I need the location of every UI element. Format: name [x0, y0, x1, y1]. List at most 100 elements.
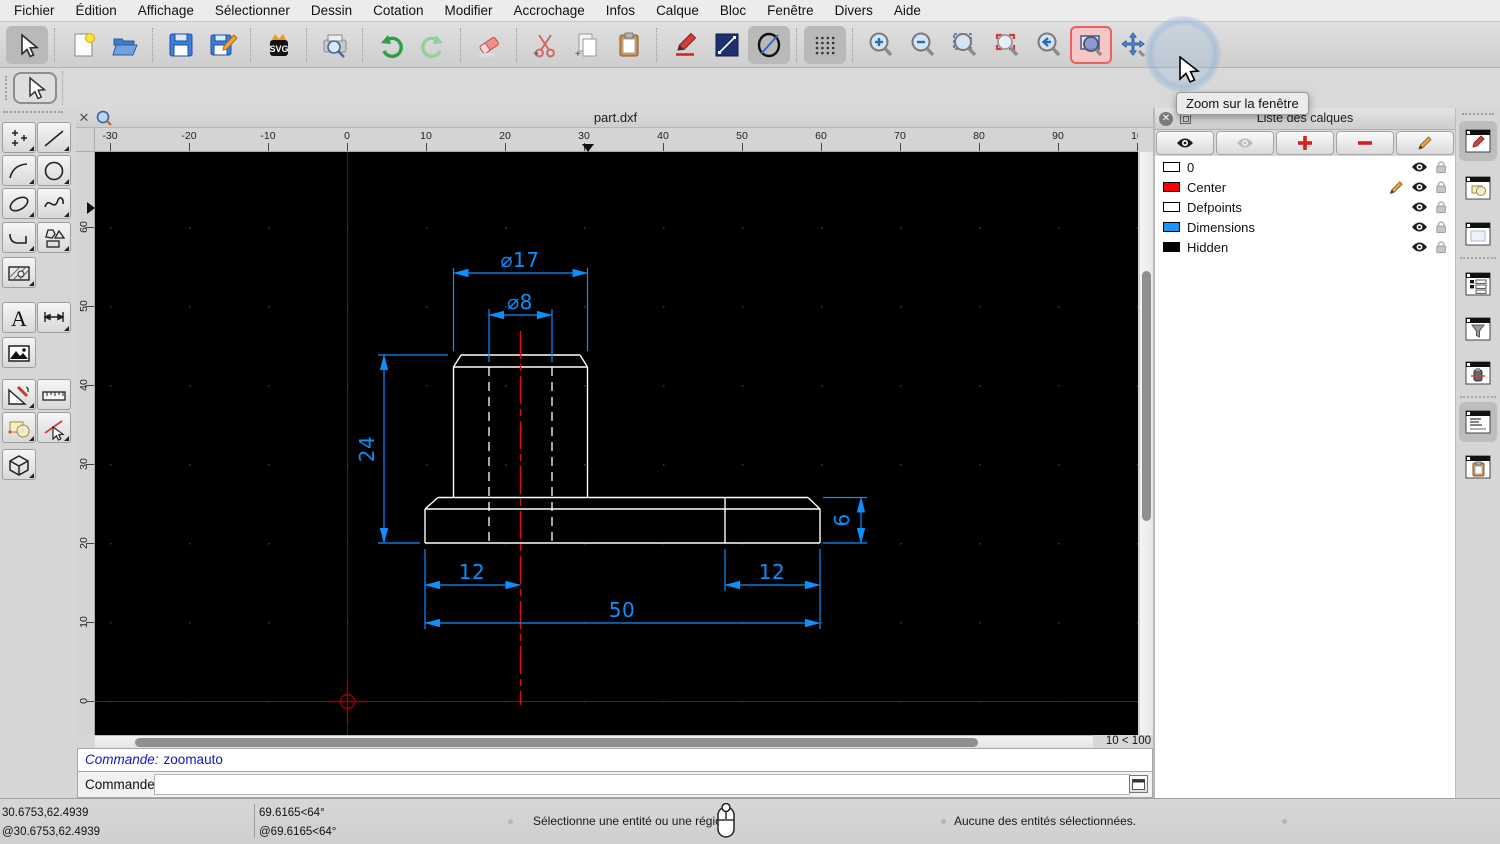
zoom-in-button[interactable]	[860, 26, 902, 64]
layer-visible-icon[interactable]	[1411, 201, 1428, 213]
drawing-canvas[interactable]: ⌀17 ⌀8 24 6 12 12 50	[95, 152, 1138, 735]
new-document-button[interactable]	[62, 26, 104, 64]
menu-item-bloc[interactable]: Bloc	[720, 3, 746, 18]
selection-mode-button[interactable]	[13, 72, 57, 104]
print-preview-button[interactable]	[314, 26, 356, 64]
tool-text-button[interactable]: A	[2, 302, 36, 333]
layer-row-dimensions[interactable]: Dimensions	[1155, 217, 1455, 237]
menu-item-fichier[interactable]: Fichier	[14, 3, 55, 18]
layer-visible-icon[interactable]	[1411, 161, 1428, 173]
tool-ellipse-button[interactable]	[2, 188, 36, 219]
layer-row-0[interactable]: 0	[1155, 157, 1455, 177]
layer-color-swatch[interactable]	[1163, 162, 1180, 172]
edit-layer-button[interactable]	[1396, 131, 1454, 155]
layer-lock-icon[interactable]	[1435, 240, 1447, 254]
layer-color-swatch[interactable]	[1163, 242, 1180, 252]
dock-button-clipboard[interactable]	[1459, 447, 1497, 487]
command-options-button[interactable]	[1129, 775, 1148, 793]
copy-button[interactable]: +	[566, 26, 608, 64]
layer-visible-icon[interactable]	[1411, 221, 1428, 233]
menu-item-aide[interactable]: Aide	[894, 3, 921, 18]
menu-item-edition[interactable]: Édition	[76, 3, 117, 18]
menu-item-dessin[interactable]: Dessin	[311, 3, 352, 18]
layer-lock-icon[interactable]	[1435, 180, 1447, 194]
tool-points-button[interactable]	[2, 122, 36, 153]
tool-circle-button[interactable]	[37, 155, 71, 186]
menu-item-cotation[interactable]: Cotation	[373, 3, 423, 18]
menu-item-calque[interactable]: Calque	[656, 3, 699, 18]
add-layer-button[interactable]	[1276, 131, 1334, 155]
menu-item-divers[interactable]: Divers	[835, 3, 873, 18]
dock-button-pen-palette[interactable]	[1459, 353, 1497, 393]
layer-color-swatch[interactable]	[1163, 222, 1180, 232]
tool-solid-3d-button[interactable]	[2, 449, 36, 480]
dock-button-command-line[interactable]	[1459, 402, 1497, 442]
tool-image-button[interactable]	[2, 337, 36, 368]
dock-button-block-list[interactable]	[1459, 168, 1497, 208]
tool-polyline-button[interactable]	[2, 222, 36, 253]
layer-visible-icon[interactable]	[1411, 181, 1428, 193]
tool-measure-button[interactable]	[37, 379, 71, 410]
zoom-auto-button[interactable]	[944, 26, 986, 64]
dock-button-filter[interactable]	[1459, 309, 1497, 349]
command-input[interactable]	[154, 774, 1130, 795]
tool-spline-button[interactable]	[37, 188, 71, 219]
tool-dimension-button[interactable]	[37, 302, 71, 333]
dock-button-layer-list[interactable]	[1459, 121, 1497, 161]
undo-button[interactable]	[370, 26, 412, 64]
menu-item-infos[interactable]: Infos	[606, 3, 635, 18]
dock-button-entity-list[interactable]	[1459, 264, 1497, 304]
menu-item-fenetre[interactable]: Fenêtre	[767, 3, 814, 18]
menu-item-modifier[interactable]: Modifier	[444, 3, 492, 18]
remove-layer-button[interactable]	[1336, 131, 1394, 155]
layer-row-center[interactable]: Center	[1155, 177, 1455, 197]
layer-row-defpoints[interactable]: Defpoints	[1155, 197, 1455, 217]
view-previous-button[interactable]	[1028, 26, 1070, 64]
hide-all-layers-button[interactable]	[1216, 131, 1274, 155]
show-all-layers-button[interactable]	[1156, 131, 1214, 155]
grid-toggle-button[interactable]	[804, 25, 846, 64]
zoom-previous-button[interactable]	[986, 26, 1028, 64]
redo-button[interactable]	[412, 26, 454, 64]
zoom-out-button[interactable]	[902, 26, 944, 64]
delete-button[interactable]	[468, 26, 510, 64]
vertical-scrollbar[interactable]	[1139, 152, 1153, 735]
edit-attributes-button[interactable]	[664, 26, 706, 64]
layer-visible-icon[interactable]	[1411, 241, 1428, 253]
save-button[interactable]	[160, 26, 202, 64]
menu-item-selectionner[interactable]: Sélectionner	[215, 3, 290, 18]
tool-select-entity-button[interactable]	[37, 412, 71, 443]
menu-item-affichage[interactable]: Affichage	[138, 3, 194, 18]
layer-lock-icon[interactable]	[1435, 160, 1447, 174]
zoom-window-button[interactable]	[1070, 25, 1112, 64]
tool-hatch-button[interactable]	[2, 257, 36, 288]
scrollbar-handle[interactable]	[1142, 271, 1151, 521]
layer-lock-icon[interactable]	[1435, 200, 1447, 214]
select-tool-button[interactable]	[6, 25, 48, 64]
tool-line-button[interactable]	[37, 122, 71, 153]
paste-button[interactable]	[608, 26, 650, 64]
horizontal-scrollbar[interactable]	[95, 735, 1093, 748]
layer-color-swatch[interactable]	[1163, 202, 1180, 212]
cut-button[interactable]: +	[524, 26, 566, 64]
zoom-pan-button[interactable]	[1112, 26, 1154, 64]
tool-polygon-button[interactable]	[37, 222, 71, 253]
tool-modify-button[interactable]	[2, 379, 36, 410]
svg-export-button[interactable]: SVG	[258, 26, 300, 64]
layer-lock-icon[interactable]	[1435, 220, 1447, 234]
layer-row-hidden[interactable]: Hidden	[1155, 237, 1455, 257]
menu-item-accrochage[interactable]: Accrochage	[513, 3, 584, 18]
toolbar-grip[interactable]	[1462, 113, 1494, 115]
scrollbar-handle[interactable]	[135, 738, 978, 747]
open-file-button[interactable]	[104, 26, 146, 64]
save-as-button[interactable]	[202, 26, 244, 64]
line-tool-button[interactable]	[706, 26, 748, 64]
dock-button-library-browser[interactable]	[1459, 214, 1497, 254]
tool-arc-button[interactable]	[2, 155, 36, 186]
tab-close-button[interactable]: ✕	[76, 108, 92, 127]
panel-grip[interactable]	[3, 111, 63, 113]
tool-order-button[interactable]	[2, 412, 36, 443]
layer-color-swatch[interactable]	[1163, 182, 1180, 192]
toolbar-grip[interactable]	[5, 76, 9, 100]
circle-tool-button[interactable]	[748, 25, 790, 64]
